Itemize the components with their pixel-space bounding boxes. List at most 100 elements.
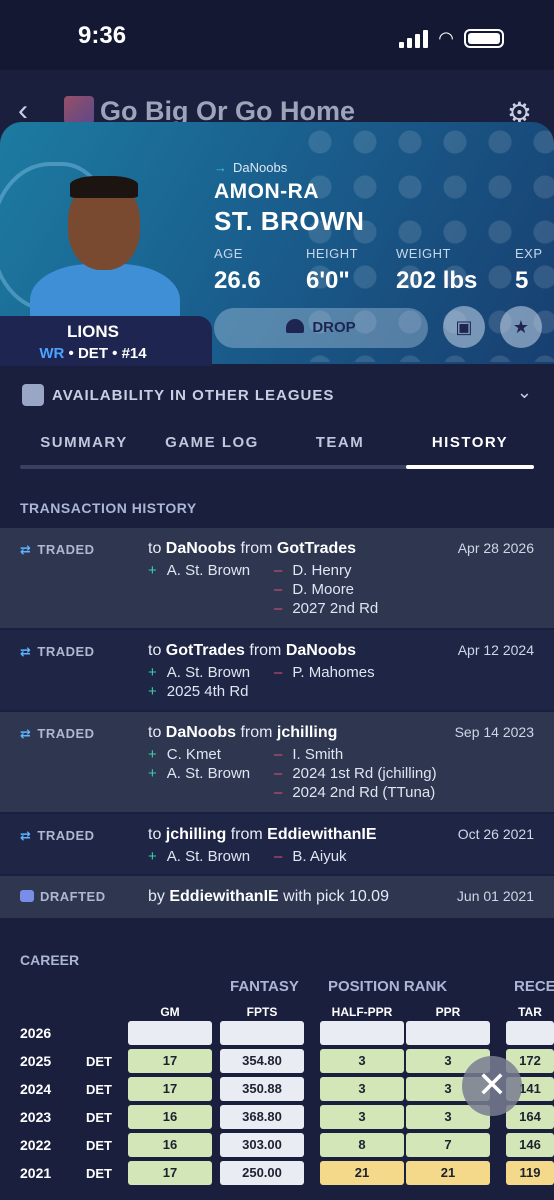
stat-exp: EXP 5 xyxy=(515,246,543,295)
dropped-asset: – P. Mahomes xyxy=(274,664,375,681)
career-cell-half: 3 xyxy=(320,1105,404,1129)
transaction-history-title: TRANSACTION HISTORY xyxy=(20,500,197,516)
to-team: GotTrades xyxy=(165,642,245,659)
stat-label: EXP xyxy=(515,246,543,261)
to-team: DaNoobs xyxy=(165,724,237,741)
career-cell-gm: 17 xyxy=(128,1077,212,1101)
league-logo xyxy=(64,96,94,124)
stat-label: WEIGHT xyxy=(396,246,451,261)
career-year: 2023 xyxy=(20,1109,52,1125)
transaction-row[interactable]: ⇄ TRADED to GotTrades from DaNoobs Apr 12… xyxy=(0,630,554,710)
career-year: 2022 xyxy=(20,1137,52,1153)
column-header: FPTS xyxy=(246,1005,278,1019)
career-cell-ppr: 7 xyxy=(406,1133,490,1157)
career-cell-ppr xyxy=(406,1021,490,1045)
battery-icon xyxy=(464,29,504,48)
tab-game-log[interactable]: GAME LOG xyxy=(148,434,276,451)
career-team: DET xyxy=(86,1082,112,1097)
group-position-rank: POSITION RANK xyxy=(328,978,448,995)
to-team: DaNoobs xyxy=(165,540,237,557)
group-receiving: RECE xyxy=(514,978,554,995)
career-cell-half: 21 xyxy=(320,1161,404,1185)
status-icons: ◠ xyxy=(399,28,504,49)
stat-label: HEIGHT xyxy=(306,246,359,261)
helmet-icon xyxy=(286,319,305,333)
draft-pick: 10.09 xyxy=(348,888,389,905)
career-cell-fpts: 250.00 xyxy=(220,1161,304,1185)
draft-headline: by EddiewithanIE with pick 10.09 xyxy=(148,888,389,905)
player-first-name: AMON-RA xyxy=(214,180,319,203)
watchlist-button[interactable]: ▣ xyxy=(443,306,485,348)
group-fantasy: FANTASY xyxy=(230,978,299,995)
career-cell-half: 8 xyxy=(320,1133,404,1157)
column-header: HALF-PPR xyxy=(331,1005,393,1019)
to-team: jchilling xyxy=(165,826,227,843)
availability-toggle[interactable]: AVAILABILITY IN OTHER LEAGUES ⌄ xyxy=(0,370,554,420)
transaction-type: TRADED xyxy=(37,726,95,741)
draft-row[interactable]: DRAFTED by EddiewithanIE with pick 10.09… xyxy=(0,876,554,918)
stat-age: AGE 26.6 xyxy=(214,246,261,295)
from-team: DaNoobs xyxy=(285,642,357,659)
team-name: LIONS xyxy=(67,322,119,341)
close-button[interactable]: ✕ xyxy=(462,1056,522,1116)
career-cell-tar: 119 xyxy=(506,1161,554,1185)
tab-team[interactable]: TEAM xyxy=(276,434,404,451)
career-cell-half: 3 xyxy=(320,1077,404,1101)
career-cell-gm: 17 xyxy=(128,1161,212,1185)
tab-summary[interactable]: SUMMARY xyxy=(20,434,148,451)
status-bar: 9:36 ◠ xyxy=(0,0,554,70)
career-cell-tar xyxy=(506,1021,554,1045)
career-cell-half: 3 xyxy=(320,1049,404,1073)
wifi-icon: ◠ xyxy=(438,28,454,48)
transaction-date: Apr 28 2026 xyxy=(457,540,534,556)
tab-bar: SUMMARY GAME LOG TEAM HISTORY xyxy=(20,430,534,470)
availability-label: AVAILABILITY IN OTHER LEAGUES xyxy=(52,387,335,404)
transaction-headline: to GotTrades from DaNoobs xyxy=(148,642,357,659)
career-cell-fpts: 368.80 xyxy=(220,1105,304,1129)
dropped-asset: –2024 1st Rd (jchilling) xyxy=(274,765,437,782)
career-year: 2026 xyxy=(20,1025,52,1041)
career-team: DET xyxy=(86,1166,112,1181)
draft-icon xyxy=(20,890,34,902)
transaction-headline: to DaNoobs from GotTrades xyxy=(148,540,357,557)
career-year: 2025 xyxy=(20,1053,52,1069)
owner-name: DaNoobs xyxy=(233,160,288,175)
transaction-headline: to DaNoobs from jchilling xyxy=(148,724,338,741)
stat-value: 26.6 xyxy=(214,267,261,294)
from-team: EddiewithanIE xyxy=(267,826,377,843)
player-meta-rest: • DET • #14 xyxy=(64,345,147,362)
transaction-type: TRADED xyxy=(37,828,95,843)
arrow-right-icon: → xyxy=(214,160,227,175)
drafting-team: EddiewithanIE xyxy=(169,888,279,905)
added-asset: +2025 4th Rd xyxy=(148,683,249,700)
drop-button[interactable]: DROP xyxy=(214,308,428,348)
drop-label: DROP xyxy=(312,319,356,336)
column-header: GM xyxy=(160,1005,180,1019)
from-team: jchilling xyxy=(276,724,338,741)
transaction-row[interactable]: ⇄ TRADED to jchilling from EddiewithanIE … xyxy=(0,814,554,874)
dropped-asset: – B. Aiyuk xyxy=(274,848,347,865)
career-cell-fpts: 354.80 xyxy=(220,1049,304,1073)
dropped-asset: – I. Smith xyxy=(274,746,344,763)
career-title: CAREER xyxy=(20,952,80,968)
favorite-button[interactable]: ★ xyxy=(500,306,542,348)
added-asset: + C. Kmet xyxy=(148,746,221,763)
column-header: TAR xyxy=(518,1005,542,1019)
trade-icon: ⇄ xyxy=(20,726,32,741)
trade-icon: ⇄ xyxy=(20,644,32,659)
transaction-row[interactable]: ⇄ TRADED to DaNoobs from GotTrades Apr 28… xyxy=(0,528,554,628)
career-year: 2021 xyxy=(20,1165,52,1181)
career-cell-gm: 17 xyxy=(128,1049,212,1073)
tab-history[interactable]: HISTORY xyxy=(406,434,534,451)
status-time: 9:36 xyxy=(78,22,127,49)
stat-label: AGE xyxy=(214,246,243,261)
career-team: DET xyxy=(86,1110,112,1125)
owner-line[interactable]: → DaNoobs xyxy=(214,160,287,175)
trade-icon: ⇄ xyxy=(20,828,32,843)
transaction-row[interactable]: ⇄ TRADED to DaNoobs from jchilling Sep 14… xyxy=(0,712,554,812)
bookmark-icon: ▣ xyxy=(455,317,473,337)
stat-value: 5 xyxy=(515,267,529,294)
transaction-type: TRADED xyxy=(37,542,95,557)
column-header: PPR xyxy=(435,1005,461,1019)
career-team: DET xyxy=(86,1054,112,1069)
